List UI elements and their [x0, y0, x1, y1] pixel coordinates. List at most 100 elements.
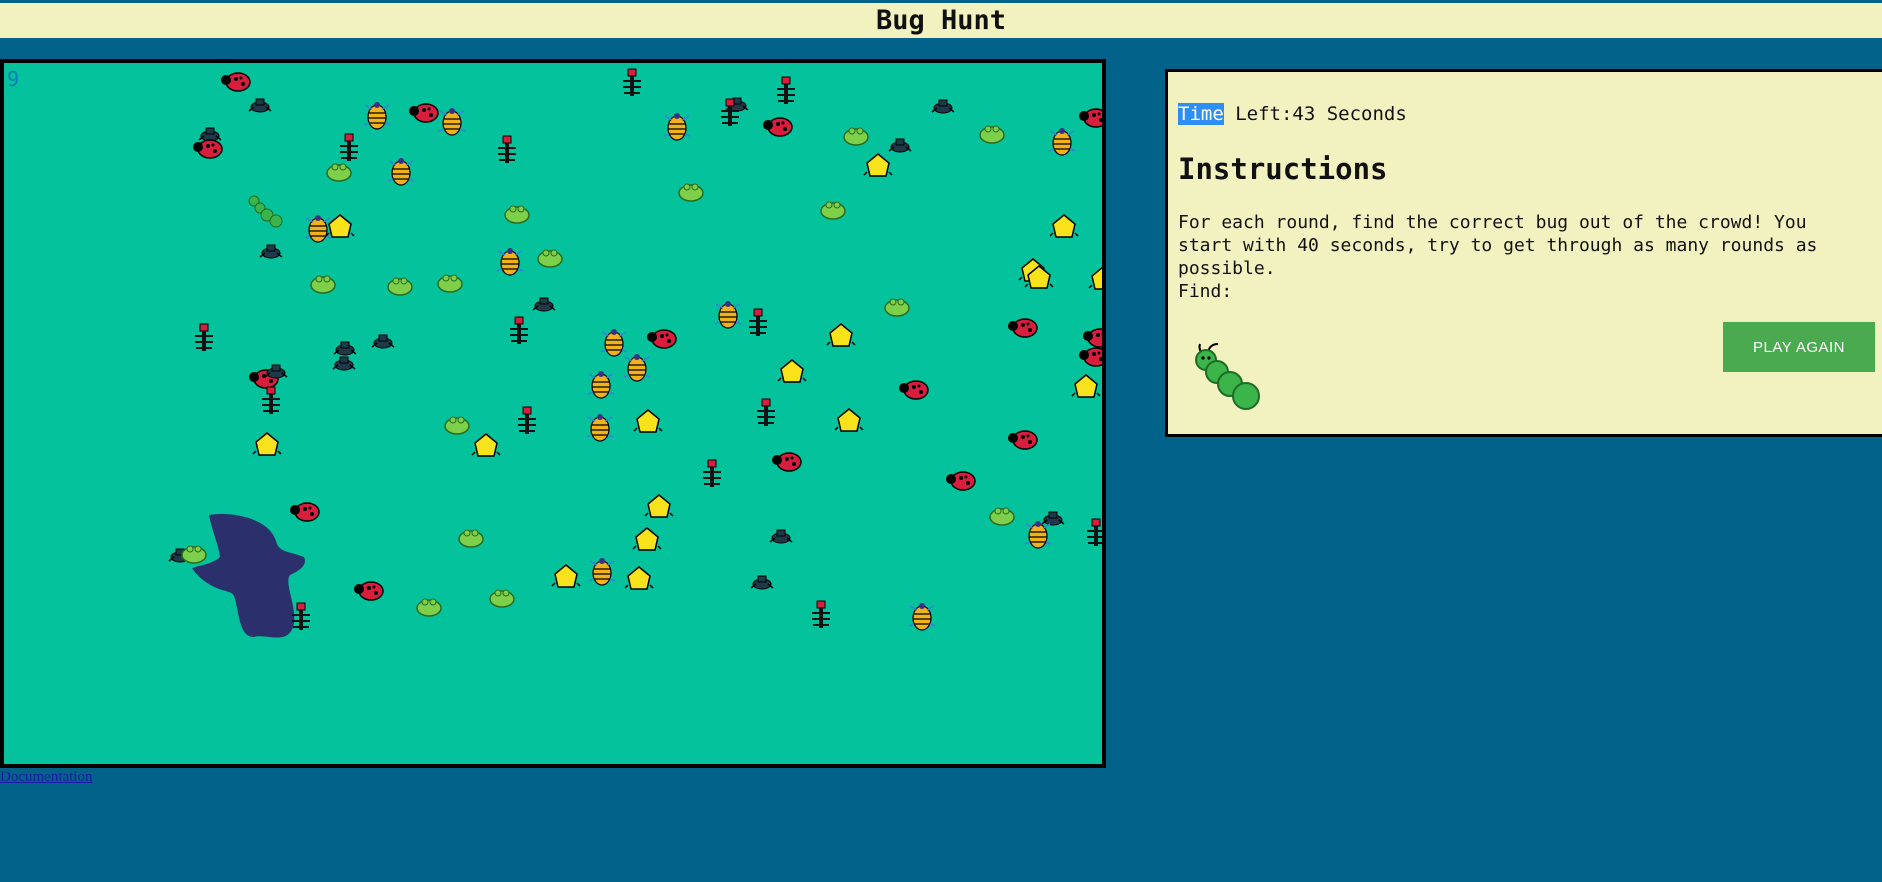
frog-bug-bug-icon[interactable]	[444, 416, 470, 435]
ant-bug-icon[interactable]	[757, 398, 775, 426]
frog-bug-bug-icon[interactable]	[326, 163, 352, 182]
striped-bug-bug-icon[interactable]	[663, 113, 691, 141]
beetle-bug-icon[interactable]	[888, 138, 912, 153]
beetle-bug-icon[interactable]	[259, 244, 283, 259]
striped-bug-bug-icon[interactable]	[1024, 521, 1052, 549]
ladybug-bug-icon[interactable]	[647, 329, 677, 349]
play-again-button[interactable]: PLAY AGAIN	[1723, 322, 1875, 372]
ant-bug-icon[interactable]	[518, 406, 536, 434]
frog-bug-bug-icon[interactable]	[979, 125, 1005, 144]
ant-bug-icon[interactable]	[510, 316, 528, 344]
striped-bug-bug-icon[interactable]	[908, 603, 936, 631]
striped-bug-bug-icon[interactable]	[363, 102, 391, 130]
frog-bug-bug-icon[interactable]	[181, 545, 207, 564]
beetle-bug-icon[interactable]	[371, 334, 395, 349]
ladybug-bug-icon[interactable]	[193, 139, 223, 159]
title-bar: Bug Hunt	[0, 0, 1882, 38]
striped-bug-bug-icon[interactable]	[714, 301, 742, 329]
page-title: Bug Hunt	[875, 5, 1007, 36]
yellow-house-bug-bug-icon[interactable]	[633, 409, 663, 433]
striped-bug-bug-icon[interactable]	[587, 371, 615, 399]
ant-bug-icon[interactable]	[498, 135, 516, 163]
striped-bug-bug-icon[interactable]	[588, 558, 616, 586]
game-field[interactable]: 9	[0, 59, 1106, 768]
beetle-bug-icon[interactable]	[332, 356, 356, 371]
documentation-link[interactable]: Documentation	[0, 769, 92, 786]
beetle-bug-icon[interactable]	[198, 127, 222, 142]
ladybug-bug-icon[interactable]	[1079, 108, 1102, 128]
ant-bug-icon[interactable]	[262, 386, 280, 414]
ant-bug-icon[interactable]	[777, 76, 795, 104]
ant-bug-icon[interactable]	[703, 459, 721, 487]
ant-bug-icon[interactable]	[195, 323, 213, 351]
yellow-house-bug-bug-icon[interactable]	[1088, 266, 1102, 290]
yellow-house-bug-bug-icon[interactable]	[863, 153, 893, 177]
frog-bug-bug-icon[interactable]	[310, 275, 336, 294]
beetle-bug-icon[interactable]	[931, 99, 955, 114]
ant-bug-icon[interactable]	[292, 602, 310, 630]
ladybug-bug-icon[interactable]	[772, 452, 802, 472]
yellow-house-bug-bug-icon[interactable]	[1049, 214, 1079, 238]
ant-bug-icon[interactable]	[1087, 518, 1102, 546]
ladybug-bug-icon[interactable]	[1008, 430, 1038, 450]
striped-bug-bug-icon[interactable]	[496, 248, 524, 276]
frog-bug-bug-icon[interactable]	[678, 183, 704, 202]
beetle-bug-icon[interactable]	[264, 364, 288, 379]
frog-bug-bug-icon[interactable]	[504, 205, 530, 224]
ladybug-bug-icon[interactable]	[763, 117, 793, 137]
ladybug-bug-icon[interactable]	[1079, 347, 1102, 367]
timer-label-rest: Left:43 Seconds	[1223, 103, 1407, 125]
instructions-heading: Instructions	[1178, 152, 1388, 186]
yellow-house-bug-bug-icon[interactable]	[777, 359, 807, 383]
frog-bug-bug-icon[interactable]	[387, 277, 413, 296]
yellow-house-bug-bug-icon[interactable]	[471, 433, 501, 457]
striped-bug-bug-icon[interactable]	[1048, 128, 1076, 156]
ladybug-bug-icon[interactable]	[899, 380, 929, 400]
target-caterpillar-icon	[1195, 343, 1260, 410]
striped-bug-bug-icon[interactable]	[600, 329, 628, 357]
beetle-bug-icon[interactable]	[769, 529, 793, 544]
caterpillar-bug-icon[interactable]	[248, 195, 283, 228]
striped-bug-bug-icon[interactable]	[623, 354, 651, 382]
striped-bug-bug-icon[interactable]	[304, 215, 332, 243]
ladybug-bug-icon[interactable]	[1083, 328, 1102, 348]
find-label: Find:	[1178, 281, 1233, 302]
yellow-house-bug-bug-icon[interactable]	[826, 323, 856, 347]
frog-bug-bug-icon[interactable]	[884, 298, 910, 317]
yellow-house-bug-bug-icon[interactable]	[632, 527, 662, 551]
yellow-house-bug-bug-icon[interactable]	[252, 432, 282, 456]
frog-bug-bug-icon[interactable]	[416, 598, 442, 617]
yellow-house-bug-bug-icon[interactable]	[624, 566, 654, 590]
frog-bug-bug-icon[interactable]	[458, 529, 484, 548]
striped-bug-bug-icon[interactable]	[438, 108, 466, 136]
ladybug-bug-icon[interactable]	[946, 471, 976, 491]
bug-field[interactable]	[4, 63, 1102, 764]
yellow-house-bug-bug-icon[interactable]	[1071, 374, 1101, 398]
ladybug-bug-icon[interactable]	[290, 502, 320, 522]
beetle-bug-icon[interactable]	[1041, 511, 1065, 526]
frog-bug-bug-icon[interactable]	[989, 507, 1015, 526]
beetle-bug-icon[interactable]	[750, 575, 774, 590]
ladybug-bug-icon[interactable]	[354, 581, 384, 601]
striped-bug-bug-icon[interactable]	[387, 158, 415, 186]
ladybug-bug-icon[interactable]	[221, 72, 251, 92]
beetle-bug-icon[interactable]	[532, 297, 556, 312]
yellow-house-bug-bug-icon[interactable]	[325, 214, 355, 238]
beetle-bug-icon[interactable]	[333, 341, 357, 356]
frog-bug-bug-icon[interactable]	[843, 127, 869, 146]
ant-bug-icon[interactable]	[812, 600, 830, 628]
frog-bug-bug-icon[interactable]	[489, 589, 515, 608]
striped-bug-bug-icon[interactable]	[586, 414, 614, 442]
frog-bug-bug-icon[interactable]	[437, 274, 463, 293]
ant-bug-icon[interactable]	[623, 68, 641, 96]
ant-bug-icon[interactable]	[749, 308, 767, 336]
yellow-house-bug-bug-icon[interactable]	[834, 408, 864, 432]
ant-bug-icon[interactable]	[340, 133, 358, 161]
yellow-house-bug-bug-icon[interactable]	[551, 564, 581, 588]
beetle-bug-icon[interactable]	[248, 98, 272, 113]
ladybug-bug-icon[interactable]	[1008, 318, 1038, 338]
yellow-house-bug-bug-icon[interactable]	[644, 494, 674, 518]
frog-bug-bug-icon[interactable]	[537, 249, 563, 268]
ladybug-bug-icon[interactable]	[409, 103, 439, 123]
frog-bug-bug-icon[interactable]	[820, 201, 846, 220]
